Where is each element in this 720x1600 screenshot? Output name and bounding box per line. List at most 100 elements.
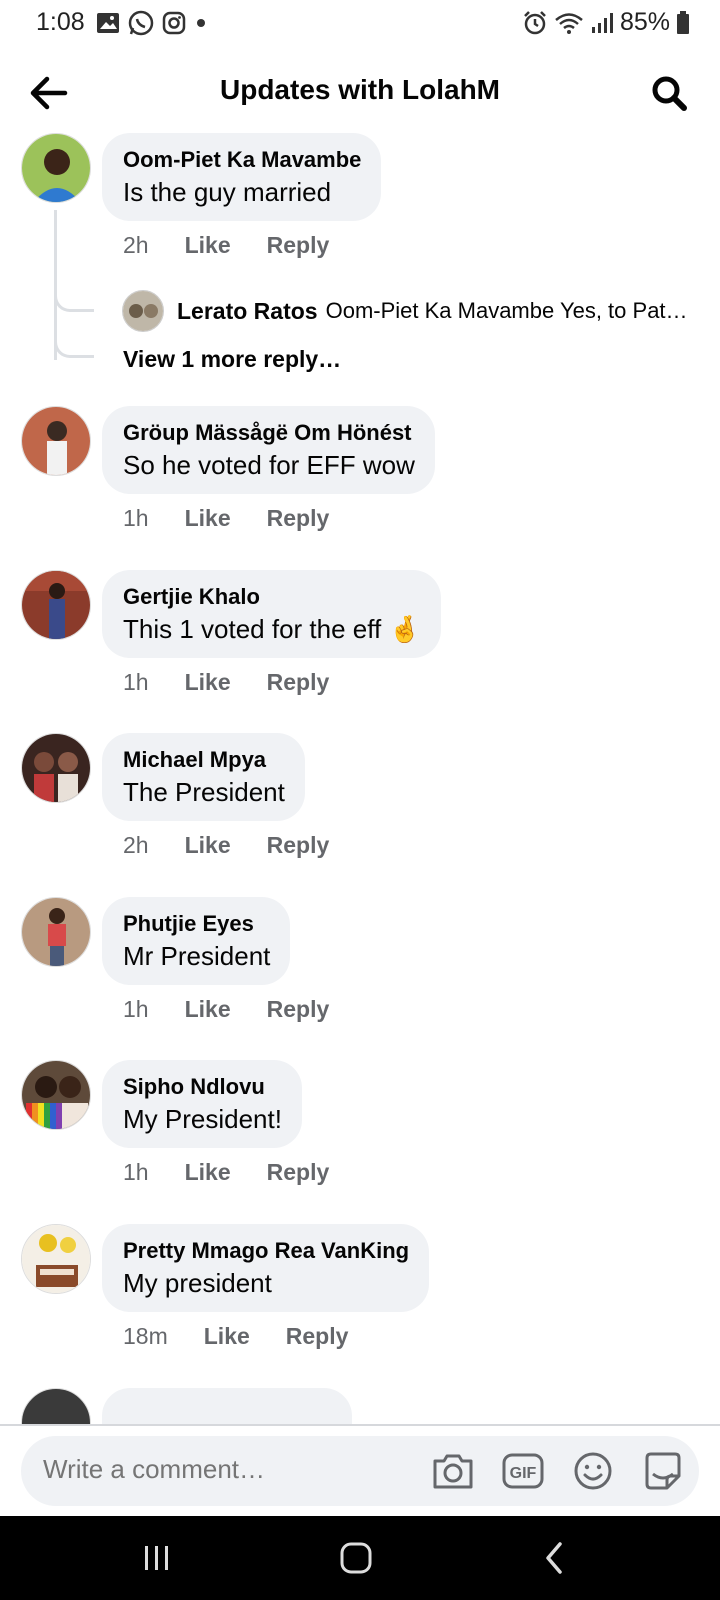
comment-time[interactable]: 2h [123,832,149,859]
comment-bubble[interactable]: Phutjie Eyes Mr President [102,897,291,985]
avatar[interactable] [21,733,91,803]
comment-actions: 1h Like Reply [123,669,365,696]
comment-author[interactable]: Phutjie Eyes [123,909,270,939]
recent-apps-icon [145,1546,168,1570]
reply-button[interactable]: Reply [267,505,330,532]
comment-time[interactable]: 1h [123,996,149,1023]
gallery-icon [96,12,120,34]
battery-icon [676,10,690,35]
page-title: Updates with LolahM [220,74,500,105]
avatar[interactable] [21,1388,91,1424]
comment-time[interactable]: 2h [123,232,149,259]
comment-time[interactable]: 1h [123,505,149,532]
comment-bubble[interactable]: Sipho Ndlovu My President! [102,1060,302,1148]
comments-list[interactable]: Oom-Piet Ka Mavambe Is the guy married 2… [0,130,720,1424]
comment-actions: 1h Like Reply [123,996,365,1023]
avatar[interactable] [21,406,91,476]
comment-input[interactable] [43,1454,403,1485]
comment-actions: 1h Like Reply [123,1159,365,1186]
avatar[interactable] [21,570,91,640]
like-button[interactable]: Like [185,832,231,859]
home-button[interactable] [326,1536,386,1580]
avatar[interactable] [21,1224,91,1294]
signal-icon [590,11,614,35]
like-button[interactable]: Like [185,1159,231,1186]
view-more-replies-link[interactable]: View 1 more reply… [123,346,341,373]
comment-text: This 1 voted for the eff 🤞 [123,614,421,644]
like-button[interactable]: Like [185,996,231,1023]
reply-button[interactable]: Reply [267,1159,330,1186]
comment-text: So he voted for EFF wow [123,450,415,480]
comment-bubble[interactable]: Michael Mpya The President [102,733,305,821]
search-button[interactable] [646,70,692,116]
reply-text: Oom-Piet Ka Mavambe Yes, to Pat… [325,298,688,323]
comment-time[interactable]: 1h [123,1159,149,1186]
back-chevron-icon [546,1542,562,1574]
reply-preview[interactable]: Lerato Ratos Oom-Piet Ka Mavambe Yes, to… [122,290,712,332]
like-button[interactable]: Like [185,669,231,696]
comment-bubble[interactable]: Pretty Mmago Rea VanKing My president [102,1224,430,1312]
camera-icon [433,1454,473,1489]
sticker-button[interactable] [639,1449,687,1493]
comment-text: My president [123,1268,272,1298]
status-time: 1:08 [36,8,85,36]
status-bar: 1:08 85% [0,0,720,46]
comment-time[interactable]: 1h [123,669,149,696]
like-button[interactable]: Like [185,505,231,532]
comment-author[interactable]: Pretty Mmago Rea VanKing [123,1236,409,1266]
reply-author[interactable]: Lerato Ratos [177,298,318,325]
thread-connector [54,280,94,312]
comment-author[interactable]: Sipho Ndlovu [123,1072,282,1102]
comment-bubble[interactable]: Gertjie Khalo This 1 voted for the eff 🤞 [102,570,441,658]
reply-button[interactable]: Reply [267,832,330,859]
whatsapp-icon [128,10,154,36]
comment-actions: 1h Like Reply [123,505,365,532]
like-button[interactable]: Like [204,1323,250,1350]
comment-text: Is the guy married [123,177,332,207]
reply-button[interactable]: Reply [267,669,330,696]
reply-button[interactable]: Reply [267,996,330,1023]
alarm-icon [522,10,548,36]
like-button[interactable]: Like [185,232,231,259]
status-notification-icons [96,10,208,36]
comment-author[interactable]: Oom-Piet Ka Mavambe [123,145,361,175]
back-nav-button[interactable] [524,1536,584,1580]
comment-bubble[interactable]: Oom-Piet Ka Mavambe Is the guy married [102,133,382,221]
search-icon [652,76,687,111]
emoji-button[interactable] [569,1449,617,1493]
comment-actions: 2h Like Reply [123,832,365,859]
sticker-icon [645,1452,681,1490]
dot-icon [194,16,208,30]
wifi-icon [554,11,584,35]
comment-author[interactable]: Michael Mpya [123,745,285,775]
reply-button[interactable]: Reply [267,232,330,259]
header: Updates with LolahM [0,60,720,122]
comment-bubble[interactable]: Gröup Mässågë Om Hönést So he voted for … [102,406,435,494]
status-system-icons: 85% [522,8,690,37]
comment-text: My President! [123,1104,282,1134]
instagram-icon [162,11,186,35]
camera-button[interactable] [429,1449,477,1493]
reply-avatar[interactable] [122,290,164,332]
avatar[interactable] [21,897,91,967]
gif-icon: GIF [502,1453,544,1489]
composer-actions: GIF [429,1449,687,1493]
comment-composer: GIF [21,1436,699,1506]
gif-button[interactable]: GIF [499,1449,547,1493]
comment-bubble[interactable] [102,1388,352,1424]
comment-actions: 2h Like Reply [123,232,365,259]
avatar[interactable] [21,133,91,203]
comment-actions: 18m Like Reply [123,1323,384,1350]
comment-text: Mr President [123,941,271,971]
avatar[interactable] [21,1060,91,1130]
reply-button[interactable]: Reply [286,1323,349,1350]
comment-author[interactable]: Gröup Mässågë Om Hönést [123,418,415,448]
thread-connector [54,326,94,358]
system-nav-bar [0,1516,720,1600]
comment-author[interactable]: Gertjie Khalo [123,582,421,612]
comment-text: The President [123,777,285,807]
comment-time[interactable]: 18m [123,1323,168,1350]
composer-divider [0,1424,720,1426]
battery-percent: 85% [619,8,670,36]
recent-apps-button[interactable] [127,1536,187,1580]
